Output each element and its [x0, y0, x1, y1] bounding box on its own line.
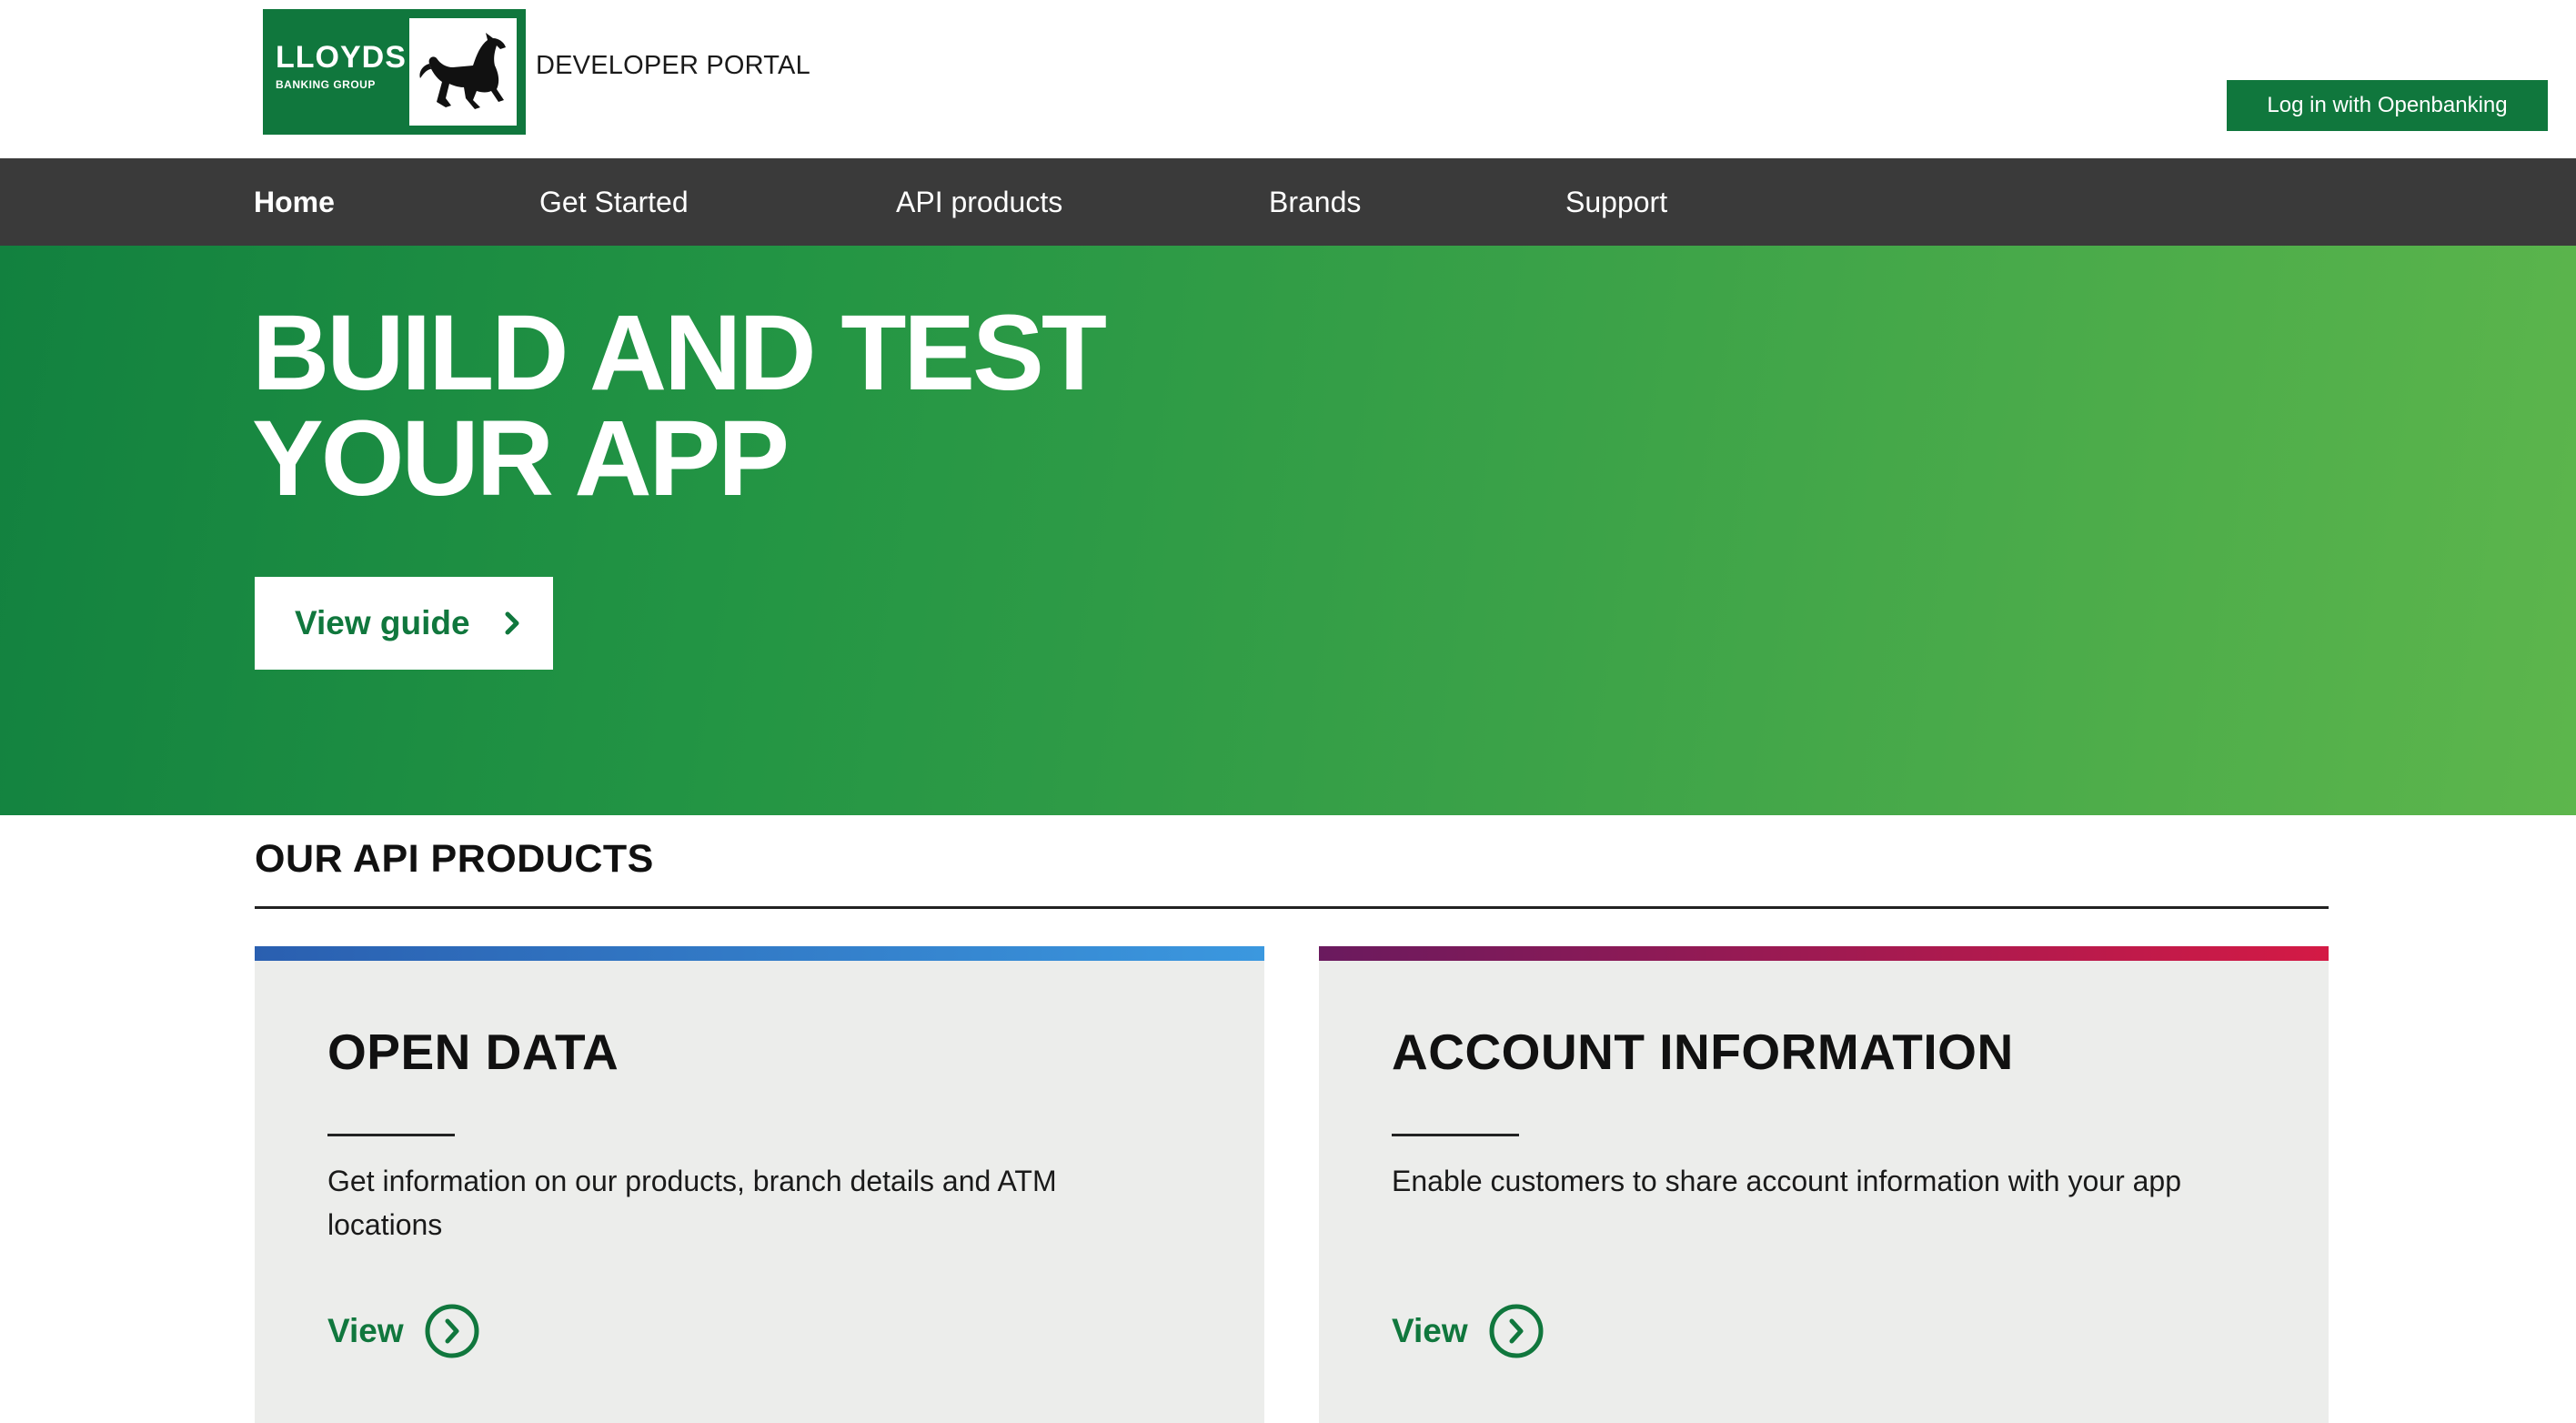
- logo-wordmark: LLOYDS BANKING GROUP: [276, 40, 407, 91]
- card-accent-bar: [1319, 946, 2329, 961]
- view-guide-label: View guide: [295, 604, 470, 641]
- lloyds-logo[interactable]: LLOYDS BANKING GROUP: [263, 9, 526, 135]
- product-card-account-information: ACCOUNT INFORMATION Enable customers to …: [1319, 946, 2329, 1423]
- circle-chevron-right-icon: [1489, 1304, 1544, 1358]
- hero-title-line-2: YOUR APP: [252, 399, 790, 519]
- card-title: OPEN DATA: [327, 1024, 619, 1080]
- site-header: LLOYDS BANKING GROUP DEVELOPER PORTAL Lo…: [0, 0, 2576, 158]
- hero-title: BUILD AND TEST YOUR APP: [252, 293, 1343, 519]
- card-divider: [1392, 1134, 1519, 1136]
- login-openbanking-button[interactable]: Log in with Openbanking: [2227, 80, 2548, 131]
- logo-name: LLOYDS: [276, 40, 407, 75]
- section-divider: [255, 906, 2329, 909]
- card-description: Enable customers to share account inform…: [1392, 1165, 2182, 1197]
- black-horse-icon: [409, 18, 517, 126]
- card-title: ACCOUNT INFORMATION: [1392, 1024, 2014, 1080]
- view-link-label: View: [327, 1312, 404, 1349]
- circle-chevron-right-icon: [425, 1304, 479, 1358]
- view-guide-button[interactable]: View guide: [255, 577, 553, 670]
- nav-item-get-started[interactable]: Get Started: [539, 158, 689, 246]
- hero-banner: BUILD AND TEST YOUR APP View guide: [0, 246, 2576, 815]
- chevron-right-icon: [505, 611, 519, 635]
- nav-item-api-products[interactable]: API products: [896, 158, 1062, 246]
- nav-item-support[interactable]: Support: [1565, 158, 1667, 246]
- view-open-data-link[interactable]: View: [327, 1303, 480, 1359]
- nav-item-brands[interactable]: Brands: [1269, 158, 1361, 246]
- main-nav: Home Get Started API products Brands Sup…: [0, 158, 2576, 246]
- view-link-label: View: [1392, 1312, 1468, 1349]
- section-title-api-products: OUR API PRODUCTS: [255, 837, 654, 881]
- card-divider: [327, 1134, 455, 1136]
- card-description: Get information on our products, branch …: [327, 1165, 1057, 1241]
- portal-label: DEVELOPER PORTAL: [536, 51, 810, 80]
- product-card-open-data: OPEN DATA Get information on our product…: [255, 946, 1264, 1423]
- logo-subtitle: BANKING GROUP: [276, 78, 376, 91]
- nav-item-home[interactable]: Home: [254, 158, 335, 246]
- view-account-information-link[interactable]: View: [1392, 1303, 1545, 1359]
- hero-title-line-1: BUILD AND TEST: [252, 293, 1107, 413]
- card-accent-bar: [255, 946, 1264, 961]
